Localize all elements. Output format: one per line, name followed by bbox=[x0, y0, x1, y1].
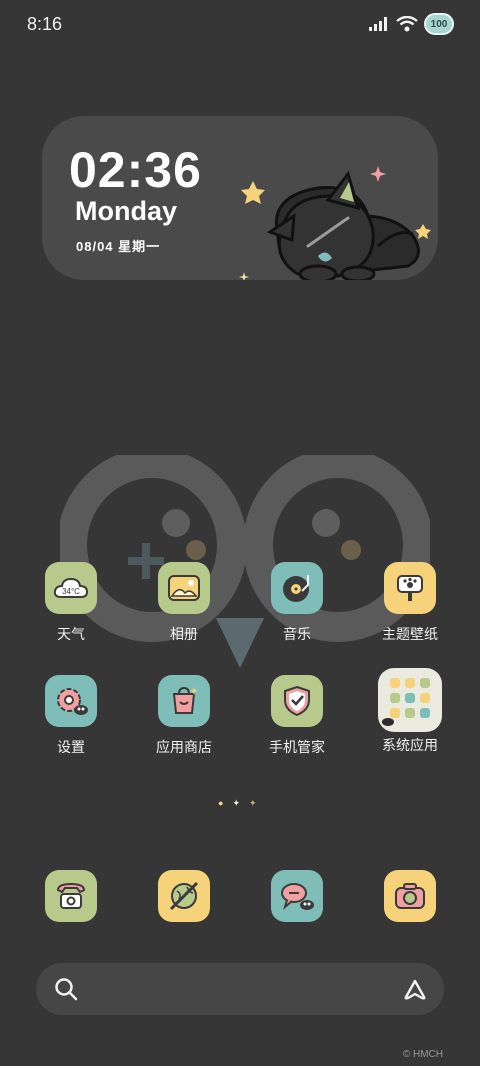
svg-text:34°C: 34°C bbox=[62, 587, 80, 596]
app-label: 系统应用 bbox=[382, 737, 438, 753]
sleeping-cat-illustration bbox=[239, 166, 431, 280]
status-bar: 8:16 100 bbox=[0, 0, 480, 52]
music-icon bbox=[271, 562, 323, 614]
app-folder-system[interactable]: 系统应用 bbox=[360, 668, 460, 755]
page-indicator: ● ✦ ✦ bbox=[218, 797, 262, 809]
dock-camera[interactable] bbox=[384, 870, 436, 922]
messages-icon bbox=[281, 883, 314, 910]
page-dot: ✦ bbox=[248, 798, 257, 808]
search-bar[interactable] bbox=[36, 963, 444, 1015]
status-icons: 100 bbox=[368, 13, 454, 35]
copyright-watermark: © HMCH bbox=[402, 1049, 443, 1060]
dock-messages[interactable] bbox=[271, 870, 323, 922]
dock-phone[interactable] bbox=[45, 870, 97, 922]
app-gallery[interactable]: 相册 bbox=[134, 562, 234, 644]
app-weather[interactable]: 34°C 天气 bbox=[21, 562, 121, 644]
system-apps-folder-icon bbox=[378, 668, 442, 732]
app-label: 天气 bbox=[57, 626, 85, 642]
app-phone-manager[interactable]: 手机管家 bbox=[247, 675, 347, 757]
signal-icon bbox=[369, 17, 387, 31]
theme-icon bbox=[384, 562, 436, 614]
search-icon[interactable] bbox=[54, 977, 78, 1001]
wifi-icon bbox=[396, 16, 418, 32]
security-icon bbox=[271, 675, 323, 727]
phone-icon bbox=[56, 882, 86, 909]
weather-icon: 34°C bbox=[45, 562, 97, 614]
app-label: 手机管家 bbox=[269, 739, 325, 755]
app-music[interactable]: 音乐 bbox=[247, 562, 347, 644]
browser-icon bbox=[169, 881, 199, 911]
battery-icon: 100 bbox=[424, 13, 454, 35]
app-label: 主题壁纸 bbox=[382, 626, 438, 642]
app-label: 应用商店 bbox=[156, 739, 212, 755]
settings-icon bbox=[45, 675, 97, 727]
star-icon bbox=[241, 181, 265, 204]
page-dot-current: ✦ bbox=[232, 798, 240, 808]
dock-browser[interactable] bbox=[158, 870, 210, 922]
app-store[interactable]: 应用商店 bbox=[134, 675, 234, 757]
app-themes[interactable]: 主题壁纸 bbox=[360, 562, 460, 644]
app-settings[interactable]: 设置 bbox=[21, 675, 121, 757]
app-label: 相册 bbox=[170, 626, 198, 642]
widget-day: Monday bbox=[75, 196, 178, 226]
widget-date: 08/04 星期一 bbox=[76, 239, 161, 254]
page-dot-paw: ● bbox=[218, 798, 224, 808]
app-label: 音乐 bbox=[283, 626, 311, 642]
camera-icon bbox=[395, 883, 425, 909]
status-time: 8:16 bbox=[27, 14, 63, 34]
app-store-icon bbox=[158, 675, 210, 727]
app-label: 设置 bbox=[57, 739, 85, 755]
widget-time: 02:36 bbox=[69, 142, 202, 198]
clock-widget[interactable]: 02:36 Monday 08/04 星期一 bbox=[42, 116, 438, 280]
assistant-icon[interactable] bbox=[402, 978, 428, 1000]
gallery-icon bbox=[158, 562, 210, 614]
